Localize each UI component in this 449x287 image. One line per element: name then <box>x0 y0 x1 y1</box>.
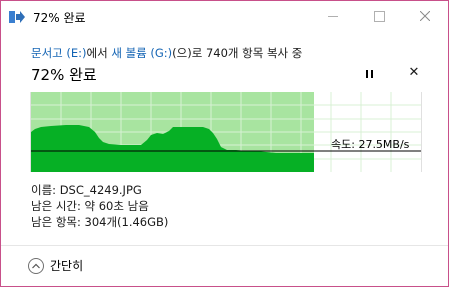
maximize-icon <box>373 10 385 22</box>
chevron-up-icon <box>28 257 44 274</box>
copy-progress-window: 72% 완료 문서고 (E:)에서 새 볼륨 (G:)(으)로 740개 항목 … <box>0 0 449 287</box>
time-remaining-label: 남은 시간: 약 60초 남음 <box>31 199 149 213</box>
destination-location-link[interactable]: 새 볼륨 (G:) <box>111 46 172 60</box>
window-title: 72% 완료 <box>33 11 86 25</box>
from-text: 에서 <box>86 46 112 60</box>
copy-count-text: (으)로 740개 항목 복사 중 <box>172 46 303 60</box>
graph-grid-remaining <box>314 92 421 172</box>
pause-button[interactable] <box>362 67 376 81</box>
collapse-details-button[interactable]: 간단히 <box>28 257 83 274</box>
title-bar[interactable]: 72% 완료 <box>1 1 448 33</box>
file-name-label: 이름: DSC_4249.JPG <box>31 183 142 197</box>
progress-header: 72% 완료 ✕ <box>31 64 431 86</box>
progress-title: 72% 완료 <box>31 66 97 84</box>
copy-description: 문서고 (E:)에서 새 볼륨 (G:)(으)로 740개 항목 복사 중 <box>31 45 302 61</box>
pause-icon-bar <box>370 70 373 78</box>
source-location-link[interactable]: 문서고 (E:) <box>31 46 87 60</box>
footer: 간단히 <box>1 246 448 286</box>
collapse-label: 간단히 <box>50 259 84 273</box>
maximize-button[interactable] <box>356 1 402 31</box>
copy-arrow-icon <box>9 11 25 23</box>
minimize-button[interactable] <box>310 1 356 31</box>
minimize-icon <box>328 15 338 17</box>
cancel-button[interactable]: ✕ <box>406 65 422 81</box>
close-icon <box>420 11 430 21</box>
pause-icon <box>365 70 368 78</box>
speed-graph-svg <box>31 92 421 172</box>
speed-label: 속도: 27.5MB/s <box>331 138 410 151</box>
close-window-button[interactable] <box>402 1 448 31</box>
items-remaining-label: 남은 항목: 304개(1.46GB) <box>31 215 169 229</box>
transfer-speed-graph <box>30 92 422 172</box>
